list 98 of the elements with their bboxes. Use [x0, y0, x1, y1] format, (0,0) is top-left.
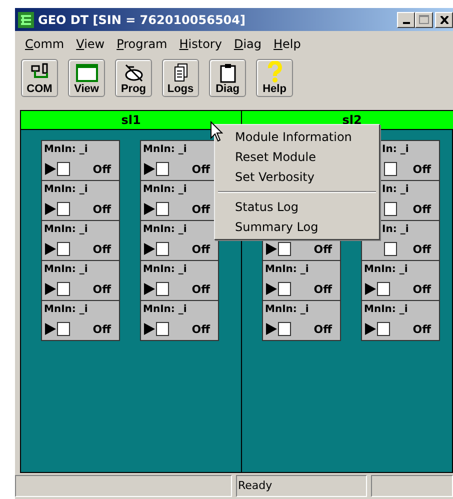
toolbar-button[interactable]: View: [68, 59, 105, 97]
checkbox[interactable]: [57, 322, 70, 336]
module-status: Off: [92, 282, 111, 296]
maximize-button[interactable]: [415, 12, 433, 28]
module-label: MnIn: _i: [44, 223, 89, 237]
module-label: In: _i: [382, 144, 409, 155]
window-title: GEO DT [SIN = 762010056504]: [38, 12, 246, 26]
context-menu-item[interactable]: Summary Log: [215, 217, 379, 237]
context-menu-item[interactable]: Set Verbosity: [215, 167, 379, 187]
module-label: MnIn: _i: [143, 263, 188, 277]
toolbar-button[interactable]: Prog: [115, 59, 152, 97]
module-label: In: _i: [382, 184, 409, 195]
module-status: Off: [192, 162, 210, 176]
checkbox[interactable]: [377, 282, 390, 296]
checkbox[interactable]: [384, 202, 397, 216]
toolbar-button[interactable]: Logs: [162, 59, 199, 97]
play-icon: [45, 203, 56, 215]
window-icon: [74, 63, 98, 83]
play-icon: [365, 283, 376, 295]
play-icon: [144, 323, 155, 335]
play-icon: [144, 243, 155, 255]
module-label: MnIn: _i: [44, 183, 89, 197]
slot-header: sl1: [21, 111, 241, 130]
checkbox[interactable]: [156, 202, 169, 216]
module-status: Off: [92, 242, 111, 256]
module-status: Off: [314, 322, 332, 336]
module-label: MnIn: _i: [364, 303, 409, 317]
clipboard-icon: [218, 63, 238, 83]
checkbox[interactable]: [377, 322, 390, 336]
play-icon: [144, 283, 155, 295]
app-icon: [18, 12, 34, 28]
checkbox[interactable]: [278, 242, 291, 256]
context-menu-item[interactable]: Reset Module: [215, 147, 379, 167]
module-status: Off: [192, 242, 210, 256]
checkbox[interactable]: [278, 322, 291, 336]
module-label: MnIn: _i: [143, 183, 188, 197]
module-label: MnIn: _i: [143, 303, 188, 317]
module-status: Off: [192, 282, 210, 296]
menu-item[interactable]: View: [70, 37, 111, 51]
module-status: Off: [92, 322, 111, 336]
play-icon: [144, 203, 155, 215]
play-icon: [45, 243, 56, 255]
module-status: Off: [92, 202, 111, 216]
menu-item[interactable]: Diag: [228, 37, 268, 51]
maximize-icon: [419, 15, 429, 24]
module-status: Off: [192, 322, 210, 336]
toolbar-button[interactable]: Help: [256, 59, 293, 97]
module-label: In: _i: [382, 224, 409, 235]
module-label: MnIn: _i: [265, 263, 310, 277]
cursor-icon: [210, 121, 223, 142]
module-status: Off: [412, 162, 431, 176]
play-icon: [365, 323, 376, 335]
checkbox[interactable]: [156, 162, 169, 176]
minimize-button[interactable]: [397, 12, 415, 28]
play-icon: [266, 323, 277, 335]
checkbox[interactable]: [156, 242, 169, 256]
status-text: Ready: [236, 475, 367, 497]
module-status: Off: [412, 242, 431, 256]
module-label: MnIn: _i: [265, 303, 310, 317]
close-icon: [440, 16, 448, 24]
checkbox[interactable]: [57, 242, 70, 256]
toolbar-button[interactable]: Diag: [209, 59, 246, 97]
checkbox[interactable]: [57, 282, 70, 296]
checkbox[interactable]: [156, 322, 169, 336]
menu-item[interactable]: Program: [110, 37, 174, 51]
module-status: Off: [92, 162, 111, 176]
module-label: MnIn: _i: [44, 143, 89, 157]
checkbox[interactable]: [278, 282, 291, 296]
checkbox[interactable]: [384, 242, 397, 256]
play-icon: [45, 283, 56, 295]
play-icon: [144, 163, 155, 175]
module-label: MnIn: _i: [44, 303, 89, 317]
module-label: MnIn: _i: [44, 263, 89, 277]
checkbox[interactable]: [57, 202, 70, 216]
mouse-icon: [122, 63, 144, 83]
module-status: Off: [412, 282, 431, 296]
play-icon: [266, 243, 277, 255]
play-icon: [45, 323, 56, 335]
module-label: MnIn: _i: [143, 143, 188, 157]
menu-item[interactable]: Help: [268, 37, 307, 51]
checkbox[interactable]: [156, 282, 169, 296]
close-button[interactable]: [435, 12, 453, 28]
play-icon: [45, 163, 56, 175]
module-status: Off: [412, 202, 431, 216]
context-menu-item[interactable]: Status Log: [215, 197, 379, 217]
toolbar-button[interactable]: COM: [21, 59, 58, 97]
module-status: Off: [192, 202, 210, 216]
checkbox[interactable]: [384, 162, 397, 176]
module-status: Off: [314, 282, 332, 296]
minimize-icon: [402, 22, 410, 24]
menu-item[interactable]: Comm: [19, 37, 70, 51]
menu-item[interactable]: History: [173, 37, 228, 51]
module-label: MnIn: _i: [143, 223, 188, 237]
module-label: MnIn: _i: [364, 263, 409, 277]
module-status: Off: [412, 322, 431, 336]
checkbox[interactable]: [57, 162, 70, 176]
play-icon: [266, 283, 277, 295]
module-status: Off: [314, 242, 332, 256]
